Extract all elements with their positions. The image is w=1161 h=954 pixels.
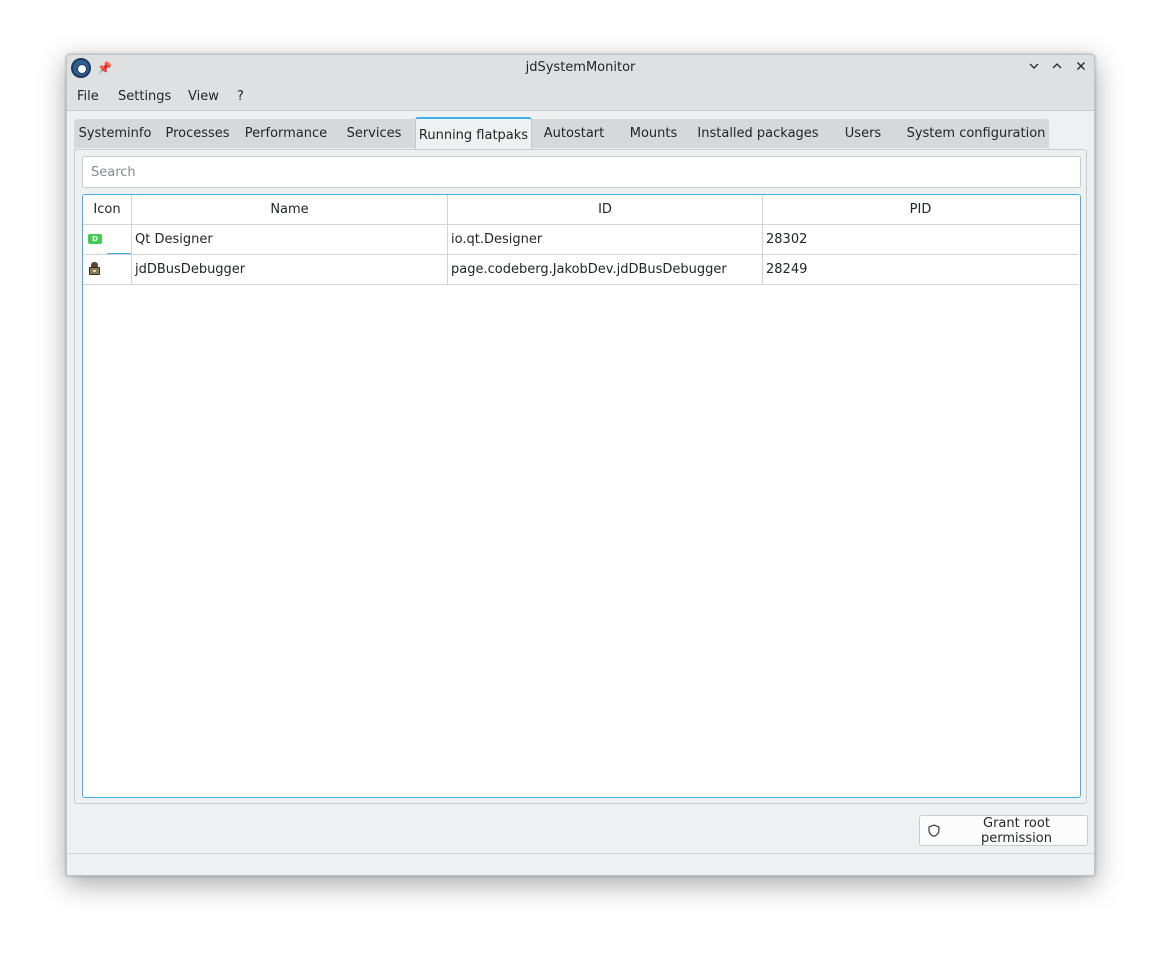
tab-users[interactable]: Users xyxy=(835,119,891,148)
qt-designer-icon: D xyxy=(88,234,102,244)
menu-help[interactable]: ? xyxy=(237,89,244,104)
chevron-down-icon xyxy=(1029,63,1039,69)
row-icon-cell: D xyxy=(83,225,132,254)
close-button[interactable] xyxy=(1071,59,1091,79)
column-header-name[interactable]: Name xyxy=(132,195,448,225)
table-row[interactable]: D Qt Designer io.qt.Designer 28302 xyxy=(83,225,1078,255)
focus-indicator xyxy=(107,253,131,254)
tab-processes[interactable]: Processes xyxy=(159,119,236,148)
dbus-debugger-icon xyxy=(88,262,101,276)
grant-root-permission-button[interactable]: Grant root permission xyxy=(919,815,1088,846)
menu-settings[interactable]: Settings xyxy=(118,89,171,104)
row-pid: 28302 xyxy=(766,232,808,247)
grant-root-permission-label: Grant root permission xyxy=(980,815,1052,846)
close-icon xyxy=(1077,62,1085,70)
minimize-button[interactable] xyxy=(1024,59,1044,79)
tab-autostart[interactable]: Autostart xyxy=(535,119,613,148)
titlebar: 📌 jdSystemMonitor xyxy=(67,55,1094,83)
row-id: page.codeberg.JakobDev.jdDBusDebugger xyxy=(448,255,763,284)
row-pid: 28249 xyxy=(766,262,808,277)
maximize-button[interactable] xyxy=(1047,59,1067,79)
shield-icon xyxy=(928,824,940,837)
window-title: jdSystemMonitor xyxy=(525,60,636,75)
tab-mounts[interactable]: Mounts xyxy=(620,119,687,148)
column-header-pid[interactable]: PID xyxy=(763,195,1078,225)
tab-services[interactable]: Services xyxy=(337,119,411,148)
search-input[interactable] xyxy=(82,156,1081,188)
menu-file[interactable]: File xyxy=(77,89,99,104)
column-header-id[interactable]: ID xyxy=(448,195,763,225)
tab-installed-packages[interactable]: Installed packages xyxy=(693,119,823,148)
row-name: Qt Designer xyxy=(132,225,448,254)
table-row[interactable]: jdDBusDebugger page.codeberg.JakobDev.jd… xyxy=(83,255,1078,285)
tab-panel-running-flatpaks: Icon Name ID PID D Qt Designer io.qt.Des… xyxy=(74,149,1087,804)
column-header-icon[interactable]: Icon xyxy=(83,195,132,225)
status-bar xyxy=(67,853,1094,875)
menubar: File Settings View ? xyxy=(67,83,1094,111)
tab-running-flatpaks[interactable]: Running flatpaks xyxy=(415,117,532,150)
row-id: io.qt.Designer xyxy=(448,225,763,254)
menu-view[interactable]: View xyxy=(188,89,219,104)
row-name: jdDBusDebugger xyxy=(132,255,448,284)
row-icon-cell xyxy=(83,255,132,284)
flatpak-table[interactable]: Icon Name ID PID D Qt Designer io.qt.Des… xyxy=(82,194,1081,798)
table-header: Icon Name ID PID xyxy=(83,195,1080,225)
tab-systeminfo[interactable]: Systeminfo xyxy=(75,119,155,148)
app-window: 📌 jdSystemMonitor File Settings View ? S… xyxy=(66,54,1095,876)
chevron-up-icon xyxy=(1052,63,1062,69)
tab-performance[interactable]: Performance xyxy=(239,119,333,148)
tab-system-configuration[interactable]: System configuration xyxy=(903,119,1049,148)
